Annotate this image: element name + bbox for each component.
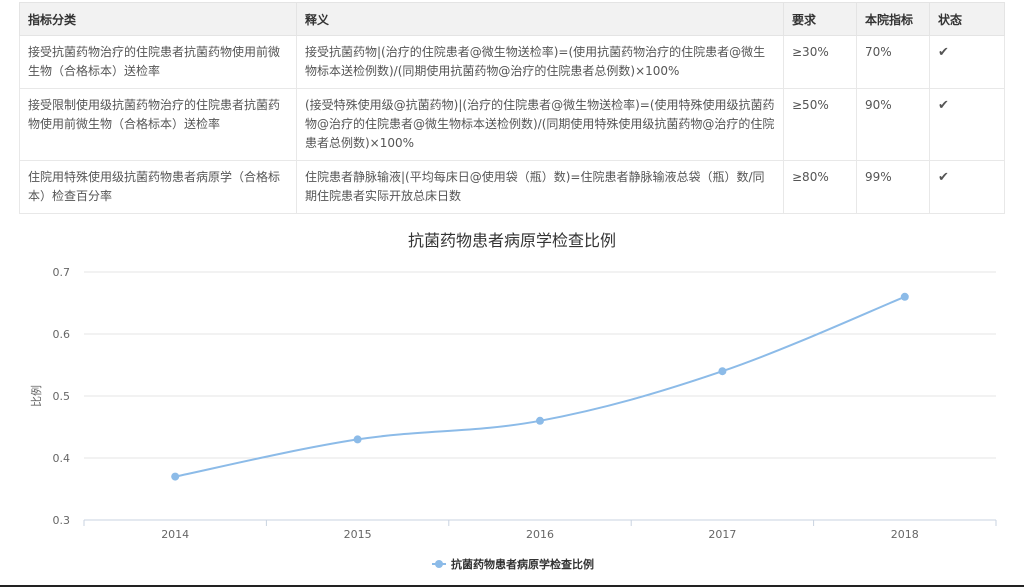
chart-container: 抗菌药物患者病原学检查比例 比例 2014 2015 2016 2017 2018 0.… — [0, 218, 1024, 587]
cell-category: 接受限制使用级抗菌药物治疗的住院患者抗菌药物使用前微生物（合格标本）送检率 — [19, 88, 297, 161]
check-icon: ✔ — [938, 98, 949, 113]
chart-title: 抗菌药物患者病原学检查比例 — [408, 231, 616, 250]
header-requirement: 要求 — [783, 2, 857, 36]
header-status: 状态 — [929, 2, 1005, 36]
cell-definition: (接受特殊使用级@抗菌药物)|(治疗的住院患者@微生物送检率)=(使用特殊使用级… — [296, 88, 784, 161]
x-tick-label: 2017 — [708, 528, 736, 541]
data-point[interactable] — [718, 367, 727, 376]
cell-requirement: ≥80% — [783, 160, 857, 214]
table-row: 接受限制使用级抗菌药物治疗的住院患者抗菌药物使用前微生物（合格标本）送检率 (接… — [19, 88, 1005, 161]
cell-category: 接受抗菌药物治疗的住院患者抗菌药物使用前微生物（合格标本）送检率 — [19, 35, 297, 89]
y-tick-label: 0.7 — [53, 266, 71, 279]
data-points — [171, 292, 909, 481]
header-category: 指标分类 — [19, 2, 297, 36]
cell-definition: 住院患者静脉输液|(平均每床日@使用袋（瓶）数)=住院患者静脉输液总袋（瓶）数/… — [296, 160, 784, 214]
line-chart: 抗菌药物患者病原学检查比例 比例 2014 2015 2016 2017 2018 0.… — [29, 231, 997, 571]
cell-definition: 接受抗菌药物|(治疗的住院患者@微生物送检率)=(使用抗菌药物治疗的住院患者@微… — [296, 35, 784, 89]
legend[interactable]: 抗菌药物患者病原学检查比例 — [432, 557, 594, 571]
cell-requirement: ≥30% — [783, 35, 857, 89]
cell-status: ✔ — [929, 88, 1005, 161]
cell-actual: 70% — [856, 35, 930, 89]
y-axis-label: 比例 — [29, 385, 43, 407]
legend-label: 抗菌药物患者病原学检查比例 — [451, 557, 594, 571]
cell-status: ✔ — [929, 35, 1005, 89]
x-tick-label: 2014 — [161, 528, 189, 541]
cell-category: 住院用特殊使用级抗菌药物患者病原学（合格标本）检查百分率 — [19, 160, 297, 214]
table-row: 接受抗菌药物治疗的住院患者抗菌药物使用前微生物（合格标本）送检率 接受抗菌药物|… — [19, 35, 1005, 89]
cell-actual: 99% — [856, 160, 930, 214]
page: 指标分类 释义 要求 本院指标 状态 接受抗菌药物治疗的住院患者抗菌药物使用前微… — [0, 0, 1024, 587]
table-header-row: 指标分类 释义 要求 本院指标 状态 — [19, 2, 1005, 36]
y-tick-label: 0.6 — [53, 328, 71, 341]
check-icon: ✔ — [938, 45, 949, 60]
cell-requirement: ≥50% — [783, 88, 857, 161]
data-point[interactable] — [900, 292, 909, 301]
table-row: 住院用特殊使用级抗菌药物患者病原学（合格标本）检查百分率 住院患者静脉输液|(平… — [19, 160, 1005, 214]
cell-actual: 90% — [856, 88, 930, 161]
data-point[interactable] — [353, 435, 362, 444]
header-actual: 本院指标 — [856, 2, 930, 36]
metrics-table: 指标分类 释义 要求 本院指标 状态 接受抗菌药物治疗的住院患者抗菌药物使用前微… — [19, 2, 1005, 214]
check-icon: ✔ — [938, 170, 949, 185]
cell-status: ✔ — [929, 160, 1005, 214]
data-point[interactable] — [536, 416, 544, 425]
x-tick-label: 2018 — [891, 528, 919, 541]
y-tick-label: 0.4 — [53, 452, 71, 465]
y-axis: 0.3 0.4 0.5 0.6 0.7 — [53, 266, 71, 527]
x-axis: 2014 2015 2016 2017 2018 — [83, 519, 997, 541]
y-tick-label: 0.5 — [53, 390, 71, 403]
series-line — [175, 295, 906, 478]
x-tick-label: 2015 — [344, 528, 372, 541]
legend-marker-icon — [435, 560, 443, 568]
grid-lines — [84, 271, 996, 459]
x-tick-label: 2016 — [526, 528, 554, 541]
y-tick-label: 0.3 — [53, 514, 71, 527]
header-definition: 释义 — [296, 2, 784, 36]
data-point[interactable] — [171, 472, 180, 481]
